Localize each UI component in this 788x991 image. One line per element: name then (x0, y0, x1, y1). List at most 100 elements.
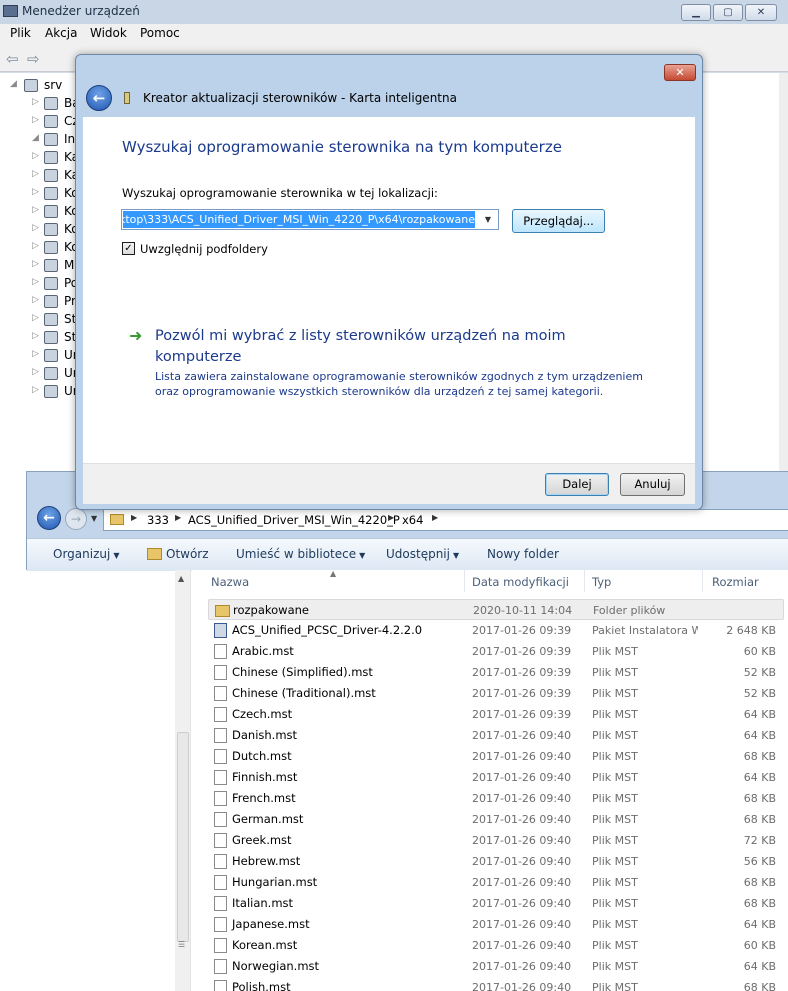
tree-item[interactable]: ▷ M (0, 257, 80, 275)
wizard-close-button[interactable]: ✕ (664, 64, 696, 81)
expand-icon[interactable]: ▷ (32, 313, 39, 323)
tree-root[interactable]: ◢ srv (0, 77, 80, 95)
collapse-icon[interactable]: ◢ (32, 133, 39, 143)
tree-item[interactable]: ▷ St (0, 329, 80, 347)
column-divider[interactable] (584, 570, 585, 592)
expand-icon[interactable]: ▷ (32, 187, 39, 197)
expand-icon[interactable]: ▷ (32, 349, 39, 359)
file-row[interactable]: German.mst 2017-01-26 09:40 Plik MST 68 KB (208, 809, 784, 830)
column-divider[interactable] (464, 570, 465, 592)
expand-icon[interactable]: ▷ (32, 205, 39, 215)
browse-button[interactable]: Przeglądaj... (512, 209, 605, 233)
file-row[interactable]: Finnish.mst 2017-01-26 09:40 Plik MST 64 KB (208, 767, 784, 788)
cancel-button[interactable]: Anuluj (620, 473, 685, 496)
include-subfolders-checkbox[interactable]: ✓ (122, 242, 135, 255)
address-segment-driver[interactable]: ACS_Unified_Driver_MSI_Win_4220_P (188, 513, 400, 527)
expand-icon[interactable]: ▷ (32, 115, 39, 125)
column-header-type[interactable]: Typ (592, 575, 611, 589)
tree-item[interactable]: ▷ Ur (0, 365, 80, 383)
wizard-back-button[interactable]: ← (86, 85, 112, 111)
file-row[interactable]: Chinese (Traditional).mst 2017-01-26 09:3… (208, 683, 784, 704)
tree-item[interactable]: ▷ Ko (0, 239, 80, 257)
file-row[interactable]: Dutch.mst 2017-01-26 09:40 Plik MST 68 KB (208, 746, 784, 767)
address-segment-333[interactable]: 333 (147, 513, 169, 527)
file-row[interactable]: Korean.mst 2017-01-26 09:40 Plik MST 60 KB (208, 935, 784, 956)
tree-item[interactable]: ▷ Ur (0, 347, 80, 365)
file-row[interactable]: ACS_Unified_PCSC_Driver-4.2.2.0 2017-01-2… (208, 620, 784, 641)
tree-item[interactable]: ▷ St (0, 311, 80, 329)
tree-item[interactable]: ▷ Ko (0, 203, 80, 221)
tree-item[interactable]: ▷ Po (0, 275, 80, 293)
forward-arrow-icon[interactable]: ⇨ (27, 50, 40, 68)
new-folder-button[interactable]: Nowy folder (487, 547, 559, 561)
include-in-library-button[interactable]: Umieść w bibliotece ▼ (236, 547, 365, 561)
file-row[interactable]: Arabic.mst 2017-01-26 09:39 Plik MST 60 KB (208, 641, 784, 662)
expand-icon[interactable]: ▷ (32, 97, 39, 107)
address-chevron-icon[interactable]: ▶ (388, 513, 394, 522)
tree-item[interactable]: ▷ Ur (0, 383, 80, 401)
expand-icon[interactable]: ▷ (32, 331, 39, 341)
tree-item[interactable]: ◢ In (0, 131, 80, 149)
menu-action[interactable]: Akcja (45, 26, 77, 40)
address-chevron-icon[interactable]: ▶ (432, 513, 438, 522)
expand-icon[interactable]: ▷ (32, 367, 39, 377)
column-divider[interactable] (702, 570, 703, 592)
menu-file[interactable]: Plik (10, 26, 31, 40)
next-button[interactable]: Dalej (545, 473, 609, 496)
navigation-pane-scrollbar[interactable]: ▲ ☰ (175, 570, 191, 991)
tree-item[interactable]: ▷ Ka (0, 149, 80, 167)
file-row[interactable]: Danish.mst 2017-01-26 09:40 Plik MST 64 KB (208, 725, 784, 746)
column-header-date[interactable]: Data modyfikacji (472, 575, 569, 589)
scroll-thumb[interactable] (177, 732, 189, 942)
chevron-down-icon[interactable]: ▼ (480, 212, 496, 227)
file-row[interactable]: rozpakowane 2020-10-11 14:04 Folder plików (208, 599, 784, 620)
expand-icon[interactable]: ▷ (32, 151, 39, 161)
address-segment-x64[interactable]: x64 (402, 513, 423, 527)
tree-item[interactable]: ▷ Ba (0, 95, 80, 113)
tree-item[interactable]: ▷ Ko (0, 221, 80, 239)
close-button[interactable]: ✕ (745, 4, 777, 21)
include-subfolders-label[interactable]: Uwzględnij podfoldery (140, 242, 268, 256)
address-chevron-icon[interactable]: ▶ (131, 513, 137, 522)
back-arrow-icon[interactable]: ⇦ (6, 50, 19, 68)
address-chevron-icon[interactable]: ▶ (175, 513, 181, 522)
file-row[interactable]: Italian.mst 2017-01-26 09:40 Plik MST 68 KB (208, 893, 784, 914)
tree-item[interactable]: ▷ Ka (0, 167, 80, 185)
expand-icon[interactable]: ▷ (32, 259, 39, 269)
driver-path-input[interactable]: sktop\333\ACS_Unified_Driver_MSI_Win_422… (123, 211, 475, 228)
tree-item[interactable]: ▷ Ko (0, 185, 80, 203)
expand-icon[interactable]: ▷ (32, 277, 39, 287)
file-row[interactable]: French.mst 2017-01-26 09:40 Plik MST 68 KB (208, 788, 784, 809)
scroll-up-icon[interactable]: ▲ (178, 574, 184, 583)
explorer-forward-button[interactable]: → (65, 508, 87, 530)
file-row[interactable]: Hebrew.mst 2017-01-26 09:40 Plik MST 56 KB (208, 851, 784, 872)
tree-item[interactable]: ▷ Pr (0, 293, 80, 311)
minimize-button[interactable]: ▁ (681, 4, 711, 21)
menu-view[interactable]: Widok (90, 26, 127, 40)
menu-help[interactable]: Pomoc (140, 26, 180, 40)
tree-item[interactable]: ▷ Cz (0, 113, 80, 131)
file-row[interactable]: Japanese.mst 2017-01-26 09:40 Plik MST 64 K… (208, 914, 784, 935)
file-row[interactable]: Czech.mst 2017-01-26 09:39 Plik MST 64 KB (208, 704, 784, 725)
expand-icon[interactable]: ▷ (32, 295, 39, 305)
file-row[interactable]: Hungarian.mst 2017-01-26 09:40 Plik MST 68 … (208, 872, 784, 893)
share-button[interactable]: Udostępnij ▼ (386, 547, 459, 561)
address-bar[interactable]: ▶ 333 ▶ ACS_Unified_Driver_MSI_Win_4220_… (103, 509, 788, 531)
open-button[interactable]: Otwórz (147, 547, 209, 561)
file-row[interactable]: Polish.mst 2017-01-26 09:40 Plik MST 68 KB (208, 977, 784, 991)
history-dropdown-icon[interactable]: ▼ (91, 514, 97, 523)
expand-icon[interactable]: ▷ (32, 223, 39, 233)
explorer-back-button[interactable]: ← (37, 506, 61, 530)
maximize-button[interactable]: ▢ (713, 4, 743, 21)
organize-button[interactable]: Organizuj ▼ (53, 547, 119, 561)
expand-icon[interactable]: ▷ (32, 241, 39, 251)
expand-icon[interactable]: ▷ (32, 385, 39, 395)
column-header-name[interactable]: Nazwa (211, 575, 249, 589)
pick-from-list-link[interactable]: Pozwól mi wybrać z listy sterowników urz… (155, 326, 615, 368)
file-row[interactable]: Norwegian.mst 2017-01-26 09:40 Plik MST 64 … (208, 956, 784, 977)
expand-icon[interactable]: ▷ (32, 169, 39, 179)
column-header-size[interactable]: Rozmiar (712, 575, 759, 589)
file-row[interactable]: Greek.mst 2017-01-26 09:40 Plik MST 72 KB (208, 830, 784, 851)
file-row[interactable]: Chinese (Simplified).mst 2017-01-26 09:39… (208, 662, 784, 683)
driver-path-combobox[interactable]: sktop\333\ACS_Unified_Driver_MSI_Win_422… (121, 209, 499, 230)
